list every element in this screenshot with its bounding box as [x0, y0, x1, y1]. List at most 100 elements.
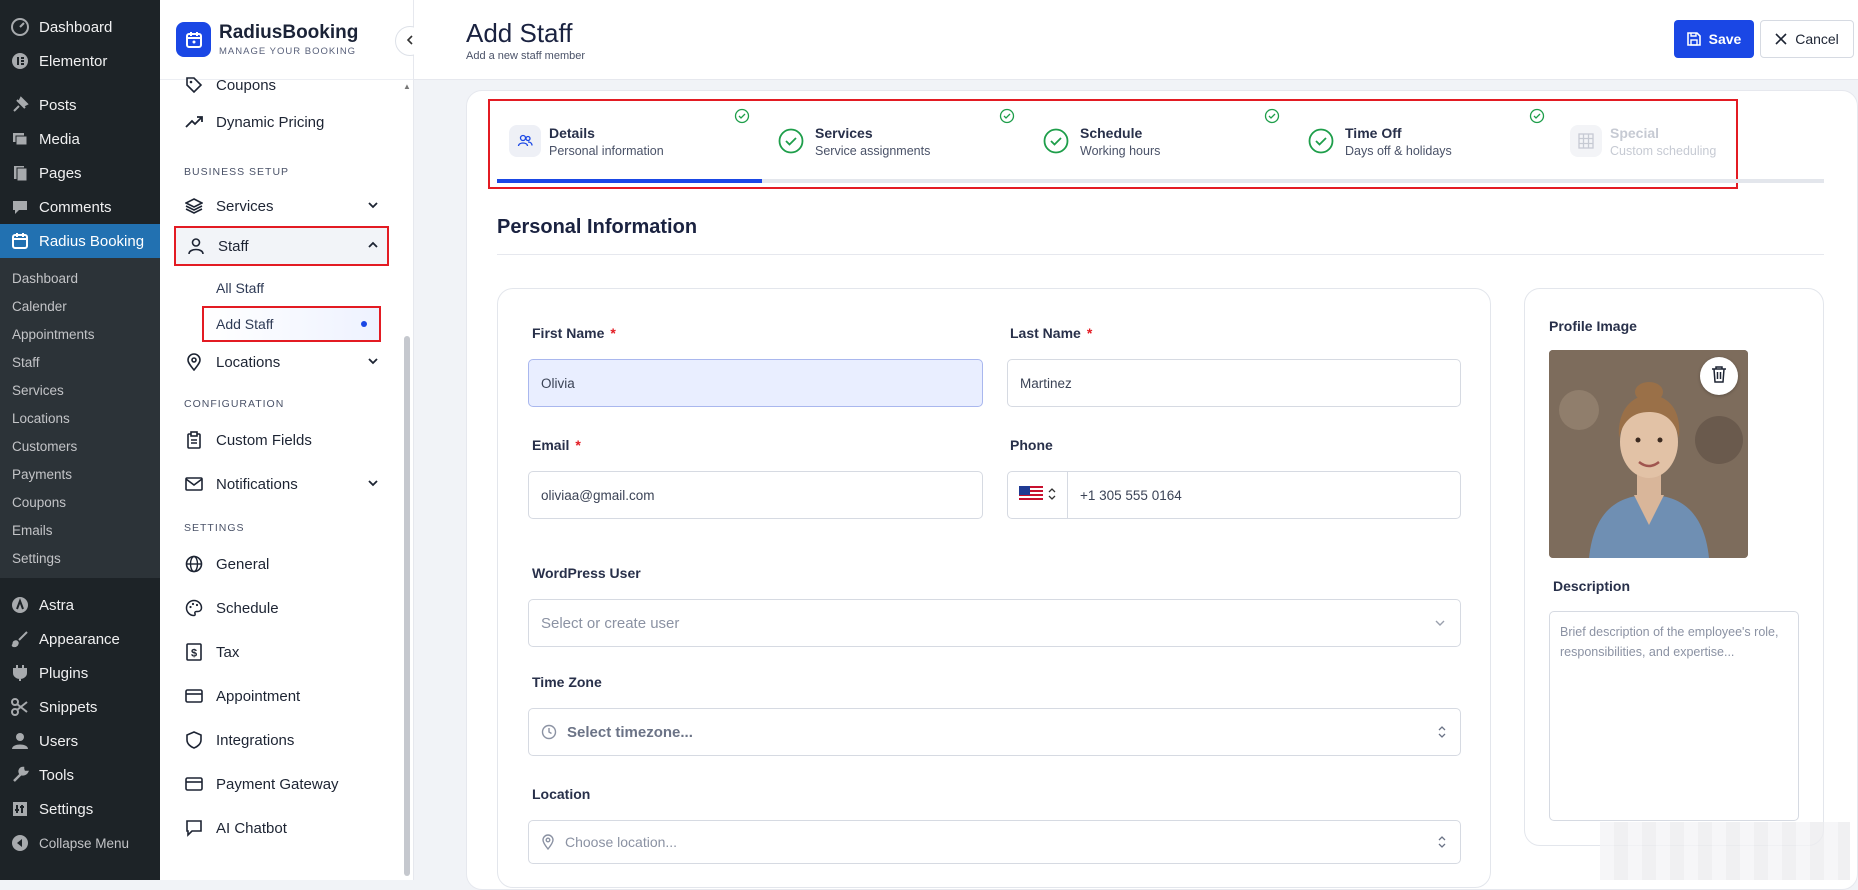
wp-menu-label: Plugins: [39, 664, 89, 682]
wp-menu-label: Radius Booking: [39, 232, 145, 250]
step-schedule[interactable]: Schedule Working hours: [1040, 121, 1160, 161]
scrollbar-thumb[interactable]: [404, 336, 410, 876]
wp-menu-tools[interactable]: Tools: [0, 758, 160, 792]
email-input[interactable]: oliviaa@gmail.com: [528, 471, 983, 519]
nav-label: Coupons: [216, 76, 277, 94]
wp-submenu-item[interactable]: Settings: [0, 544, 160, 572]
nav-item-coupons[interactable]: Coupons: [160, 72, 403, 100]
nav-item-schedule[interactable]: Schedule: [160, 586, 403, 630]
grid-icon: [1570, 125, 1602, 157]
brand-tagline: MANAGE YOUR BOOKING: [219, 46, 357, 57]
step-details[interactable]: Details Personal information: [509, 121, 664, 161]
wp-submenu-item[interactable]: Staff: [0, 348, 160, 376]
location-select[interactable]: Choose location...: [528, 820, 1461, 864]
nav-item-services[interactable]: Services: [160, 186, 403, 226]
wp-submenu-item[interactable]: Customers: [0, 432, 160, 460]
clipboard-icon: [184, 430, 204, 450]
time-zone-select[interactable]: Select timezone...: [528, 708, 1461, 756]
step-special[interactable]: Special Custom scheduling: [1570, 121, 1716, 161]
wordpress-user-placeholder: Select or create user: [541, 614, 680, 632]
save-label: Save: [1708, 31, 1742, 47]
trend-up-icon: [184, 112, 204, 132]
nav-item-general[interactable]: General: [160, 542, 403, 586]
wp-menu-plugins[interactable]: Plugins: [0, 656, 160, 690]
nav-item-dynamic-pricing[interactable]: Dynamic Pricing: [160, 100, 403, 144]
mail-icon: [184, 474, 204, 494]
check-circle-icon: [1040, 125, 1072, 157]
nav-sub-add-staff[interactable]: Add Staff: [202, 306, 381, 342]
wp-submenu-item[interactable]: Payments: [0, 460, 160, 488]
step-progress-fill: [497, 179, 762, 183]
dashboard-icon: [10, 17, 30, 37]
step-time-off[interactable]: Time Off Days off & holidays: [1305, 121, 1452, 161]
wp-menu-snippets[interactable]: Snippets: [0, 690, 160, 724]
phone-input[interactable]: +1 305 555 0164: [1007, 471, 1461, 519]
wp-menu-astra[interactable]: Astra: [0, 588, 160, 622]
nav-item-appointment[interactable]: Appointment: [160, 674, 403, 718]
plugin-sidebar: RadiusBooking MANAGE YOUR BOOKING Coupon…: [160, 0, 425, 880]
wp-menu-label: Astra: [39, 596, 75, 614]
cancel-button[interactable]: Cancel: [1760, 20, 1854, 58]
nav-label: Payment Gateway: [216, 775, 339, 793]
nav-item-integrations[interactable]: Integrations: [160, 718, 403, 762]
wp-submenu-item[interactable]: Emails: [0, 516, 160, 544]
nav-item-tax[interactable]: $ Tax: [160, 630, 403, 674]
active-dot: [361, 321, 367, 327]
nav-item-notifications[interactable]: Notifications: [160, 462, 403, 506]
wp-submenu-item[interactable]: Calender: [0, 292, 160, 320]
wp-submenu-item[interactable]: Appointments: [0, 320, 160, 348]
first-name-input[interactable]: Olivia: [528, 359, 983, 407]
nav-item-staff[interactable]: Staff: [174, 226, 389, 266]
chevron-down-icon: [1434, 617, 1446, 629]
wp-submenu-item[interactable]: Services: [0, 376, 160, 404]
wp-menu-users[interactable]: Users: [0, 724, 160, 758]
time-zone-label: Time Zone: [532, 674, 602, 690]
nav-item-payment-gateway[interactable]: Payment Gateway: [160, 762, 403, 806]
wp-menu-settings[interactable]: Settings: [0, 792, 160, 826]
updown-icon: [1438, 726, 1446, 738]
nav-sub-all-staff[interactable]: All Staff: [160, 270, 403, 306]
last-name-input[interactable]: Martinez: [1007, 359, 1461, 407]
wp-menu-dashboard[interactable]: Dashboard: [0, 10, 160, 44]
nav-label: Services: [216, 197, 274, 215]
wp-menu-label: Snippets: [39, 698, 98, 716]
svg-text:$: $: [191, 648, 197, 660]
step-services[interactable]: Services Service assignments: [775, 121, 930, 161]
sidebar-scrollbar[interactable]: ▲: [403, 82, 411, 880]
wrench-icon: [10, 765, 30, 785]
first-name-value: Olivia: [541, 375, 575, 391]
wp-collapse-menu[interactable]: Collapse Menu: [0, 826, 160, 860]
close-icon: [1775, 33, 1787, 45]
save-button[interactable]: Save: [1674, 20, 1754, 58]
wp-submenu-item[interactable]: Coupons: [0, 488, 160, 516]
country-code-select[interactable]: [1008, 472, 1068, 518]
nav-item-ai-chatbot[interactable]: AI Chatbot: [160, 806, 403, 850]
chevron-down-icon: [367, 198, 379, 215]
wp-menu-posts[interactable]: Posts: [0, 88, 160, 122]
wp-menu-pages[interactable]: Pages: [0, 156, 160, 190]
plugin-nav-list: Coupons Dynamic Pricing BUSINESS SETUP S…: [160, 72, 403, 880]
clock-icon: [541, 724, 557, 740]
wp-menu-label: Media: [39, 130, 80, 148]
time-zone-placeholder: Select timezone...: [567, 723, 693, 741]
nav-label: Integrations: [216, 731, 295, 749]
wp-menu-media[interactable]: Media: [0, 122, 160, 156]
trash-icon: [1711, 365, 1727, 388]
wp-menu-comments[interactable]: Comments: [0, 190, 160, 224]
page-subtitle: Add a new staff member: [466, 50, 586, 62]
step-subtitle: Service assignments: [815, 143, 931, 158]
wp-menu-label: Pages: [39, 164, 82, 182]
wp-menu-appearance[interactable]: Appearance: [0, 622, 160, 656]
wp-submenu-item[interactable]: Locations: [0, 404, 160, 432]
wordpress-user-select[interactable]: Select or create user: [528, 599, 1461, 647]
palette-icon: [184, 598, 204, 618]
nav-item-locations[interactable]: Locations: [160, 342, 403, 382]
description-textarea[interactable]: Brief description of the employee's role…: [1549, 611, 1799, 821]
wp-menu-elementor[interactable]: Elementor: [0, 44, 160, 78]
nav-label: AI Chatbot: [216, 819, 287, 837]
wp-submenu-item[interactable]: Dashboard: [0, 264, 160, 292]
us-flag-icon: [1019, 485, 1043, 505]
nav-item-custom-fields[interactable]: Custom Fields: [160, 418, 403, 462]
delete-image-button[interactable]: [1700, 357, 1738, 395]
wp-menu-radius-booking[interactable]: Radius Booking: [0, 224, 160, 258]
